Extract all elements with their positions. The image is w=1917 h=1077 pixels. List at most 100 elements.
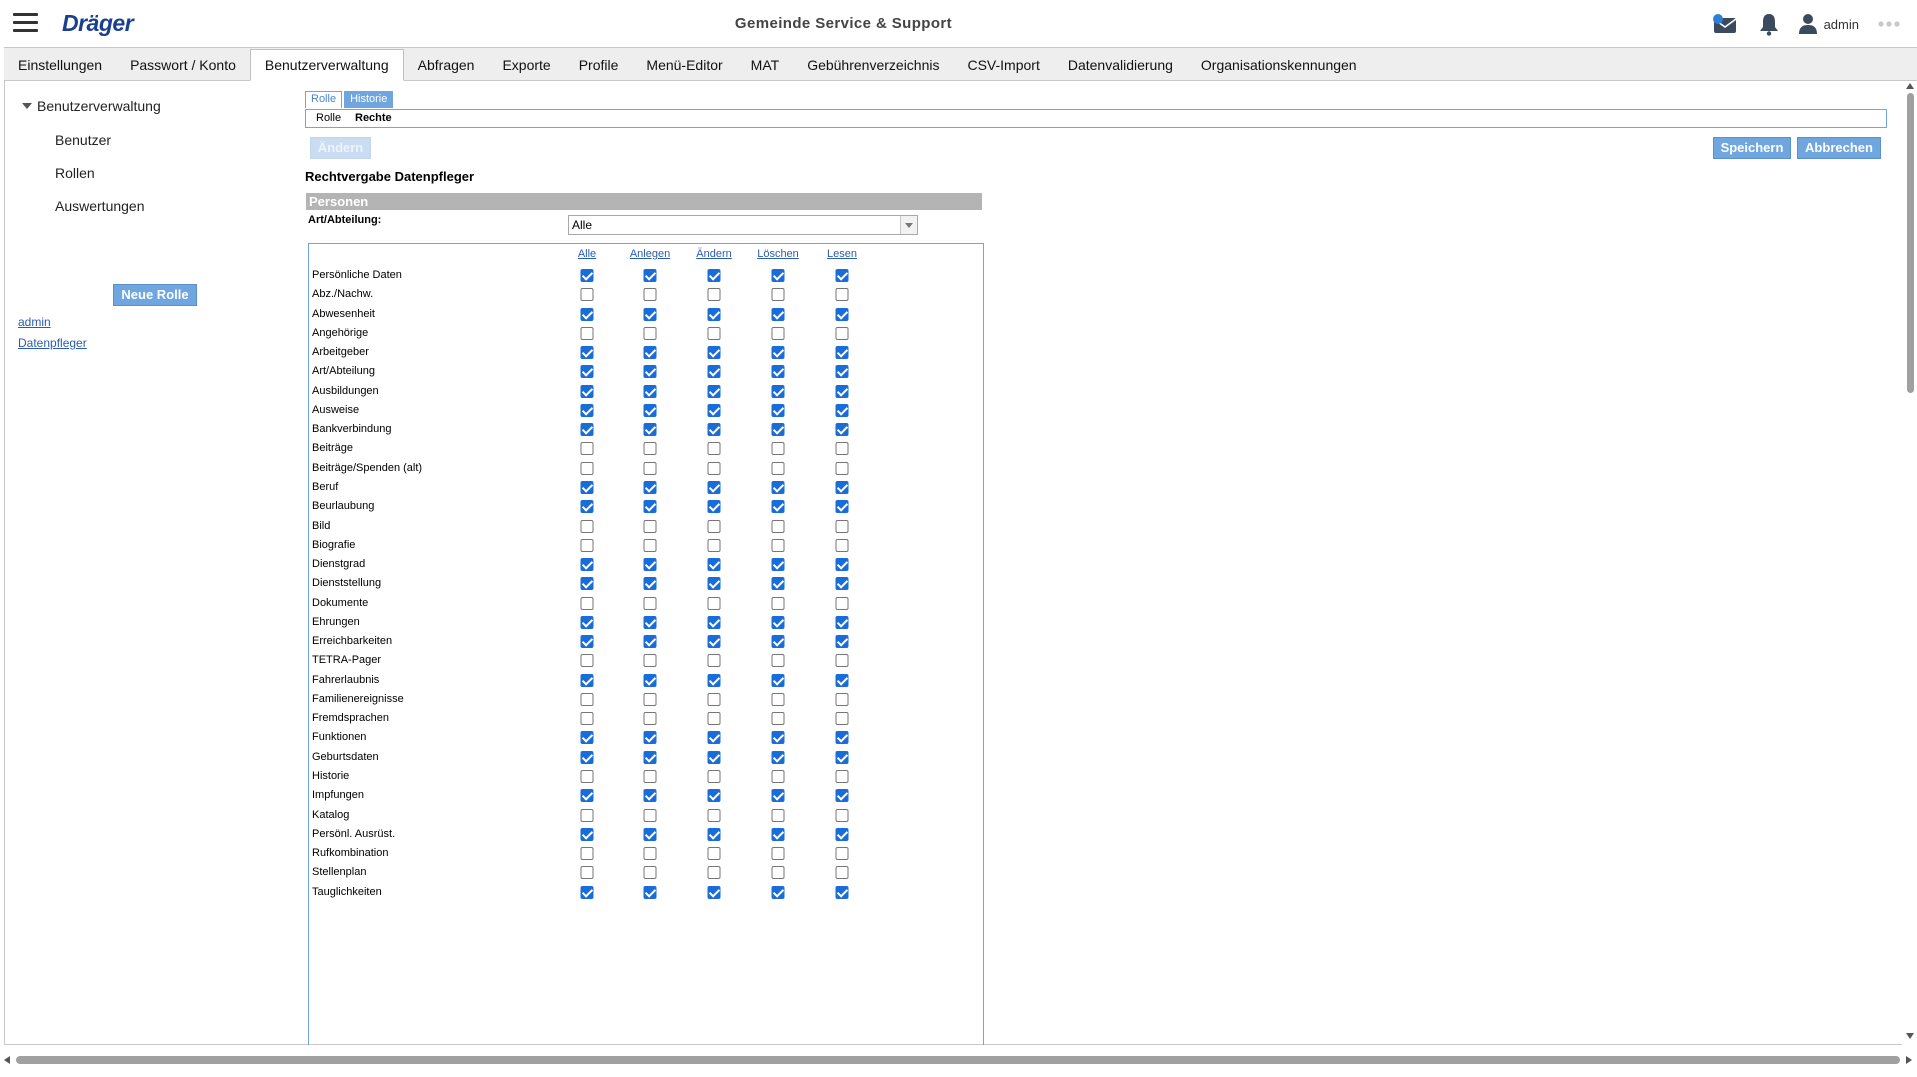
checkbox-alle[interactable] — [580, 597, 594, 610]
checkbox-loeschen[interactable] — [771, 500, 785, 513]
checkbox-loeschen[interactable] — [771, 385, 785, 398]
checkbox-alle[interactable] — [580, 520, 594, 533]
checkbox-anlegen[interactable] — [643, 751, 657, 764]
checkbox-anlegen[interactable] — [643, 731, 657, 744]
checkbox-loeschen[interactable] — [771, 654, 785, 667]
checkbox-alle[interactable] — [580, 346, 594, 359]
checkbox-loeschen[interactable] — [771, 520, 785, 533]
checkbox-alle[interactable] — [580, 442, 594, 455]
chevron-down-icon[interactable] — [900, 216, 917, 234]
tab-einstellungen[interactable]: Einstellungen — [4, 50, 116, 80]
tab-exporte[interactable]: Exporte — [488, 50, 564, 80]
checkbox-loeschen[interactable] — [771, 365, 785, 378]
checkbox-aendern[interactable] — [707, 789, 721, 802]
checkbox-anlegen[interactable] — [643, 462, 657, 475]
checkbox-aendern[interactable] — [707, 442, 721, 455]
checkbox-aendern[interactable] — [707, 693, 721, 706]
sidebar-item-rollen[interactable]: Rollen — [55, 165, 95, 181]
checkbox-aendern[interactable] — [707, 365, 721, 378]
checkbox-alle[interactable] — [580, 847, 594, 860]
checkbox-aendern[interactable] — [707, 500, 721, 513]
checkbox-lesen[interactable] — [835, 616, 849, 629]
vertical-scrollbar[interactable] — [1902, 81, 1917, 1045]
checkbox-alle[interactable] — [580, 577, 594, 590]
checkbox-lesen[interactable] — [835, 385, 849, 398]
checkbox-lesen[interactable] — [835, 481, 849, 494]
checkbox-lesen[interactable] — [835, 288, 849, 301]
checkbox-loeschen[interactable] — [771, 404, 785, 417]
scrollbar-thumb[interactable] — [16, 1056, 1900, 1064]
checkbox-anlegen[interactable] — [643, 327, 657, 340]
checkbox-aendern[interactable] — [707, 462, 721, 475]
checkbox-loeschen[interactable] — [771, 693, 785, 706]
checkbox-anlegen[interactable] — [643, 288, 657, 301]
tab-passwort-konto[interactable]: Passwort / Konto — [116, 50, 250, 80]
checkbox-lesen[interactable] — [835, 269, 849, 282]
column-header-lesen[interactable]: Lesen — [827, 248, 857, 260]
checkbox-loeschen[interactable] — [771, 751, 785, 764]
checkbox-lesen[interactable] — [835, 866, 849, 879]
checkbox-loeschen[interactable] — [771, 481, 785, 494]
tab-profile[interactable]: Profile — [565, 50, 633, 80]
subtab-historie[interactable]: Historie — [344, 91, 394, 108]
checkbox-aendern[interactable] — [707, 327, 721, 340]
checkbox-aendern[interactable] — [707, 731, 721, 744]
checkbox-anlegen[interactable] — [643, 577, 657, 590]
tab-mat[interactable]: MAT — [737, 50, 794, 80]
checkbox-anlegen[interactable] — [643, 442, 657, 455]
checkbox-anlegen[interactable] — [643, 789, 657, 802]
checkbox-lesen[interactable] — [835, 520, 849, 533]
checkbox-lesen[interactable] — [835, 462, 849, 475]
checkbox-anlegen[interactable] — [643, 809, 657, 822]
checkbox-aendern[interactable] — [707, 558, 721, 571]
checkbox-alle[interactable] — [580, 327, 594, 340]
checkbox-loeschen[interactable] — [771, 635, 785, 648]
scrollbar-thumb[interactable] — [1907, 93, 1914, 393]
new-role-button[interactable]: Neue Rolle — [113, 284, 197, 306]
checkbox-aendern[interactable] — [707, 886, 721, 899]
bell-icon[interactable] — [1758, 12, 1780, 36]
checkbox-loeschen[interactable] — [771, 539, 785, 552]
checkbox-alle[interactable] — [580, 616, 594, 629]
sidebar-item-auswertungen[interactable]: Auswertungen — [55, 198, 145, 214]
checkbox-aendern[interactable] — [707, 404, 721, 417]
checkbox-loeschen[interactable] — [771, 847, 785, 860]
checkbox-alle[interactable] — [580, 712, 594, 725]
checkbox-alle[interactable] — [580, 731, 594, 744]
checkbox-anlegen[interactable] — [643, 712, 657, 725]
checkbox-anlegen[interactable] — [643, 404, 657, 417]
checkbox-aendern[interactable] — [707, 828, 721, 841]
checkbox-alle[interactable] — [580, 462, 594, 475]
checkbox-anlegen[interactable] — [643, 346, 657, 359]
checkbox-loeschen[interactable] — [771, 327, 785, 340]
checkbox-alle[interactable] — [580, 288, 594, 301]
role-link-admin[interactable]: admin — [18, 315, 51, 329]
checkbox-loeschen[interactable] — [771, 731, 785, 744]
tab-organisationskennungen[interactable]: Organisationskennungen — [1187, 50, 1371, 80]
checkbox-loeschen[interactable] — [771, 597, 785, 610]
checkbox-lesen[interactable] — [835, 327, 849, 340]
checkbox-anlegen[interactable] — [643, 693, 657, 706]
checkbox-aendern[interactable] — [707, 423, 721, 436]
checkbox-alle[interactable] — [580, 770, 594, 783]
checkbox-anlegen[interactable] — [643, 635, 657, 648]
checkbox-anlegen[interactable] — [643, 481, 657, 494]
column-header-aendern[interactable]: Ändern — [696, 248, 731, 260]
art-abteilung-select[interactable]: Alle — [568, 215, 918, 235]
checkbox-lesen[interactable] — [835, 577, 849, 590]
checkbox-lesen[interactable] — [835, 346, 849, 359]
checkbox-alle[interactable] — [580, 269, 594, 282]
checkbox-alle[interactable] — [580, 654, 594, 667]
scroll-right-icon[interactable] — [1906, 1056, 1912, 1064]
checkbox-lesen[interactable] — [835, 365, 849, 378]
checkbox-lesen[interactable] — [835, 442, 849, 455]
checkbox-anlegen[interactable] — [643, 269, 657, 282]
checkbox-aendern[interactable] — [707, 288, 721, 301]
checkbox-lesen[interactable] — [835, 693, 849, 706]
checkbox-loeschen[interactable] — [771, 828, 785, 841]
checkbox-alle[interactable] — [580, 789, 594, 802]
checkbox-alle[interactable] — [580, 635, 594, 648]
checkbox-loeschen[interactable] — [771, 866, 785, 879]
checkbox-aendern[interactable] — [707, 308, 721, 321]
checkbox-lesen[interactable] — [835, 500, 849, 513]
